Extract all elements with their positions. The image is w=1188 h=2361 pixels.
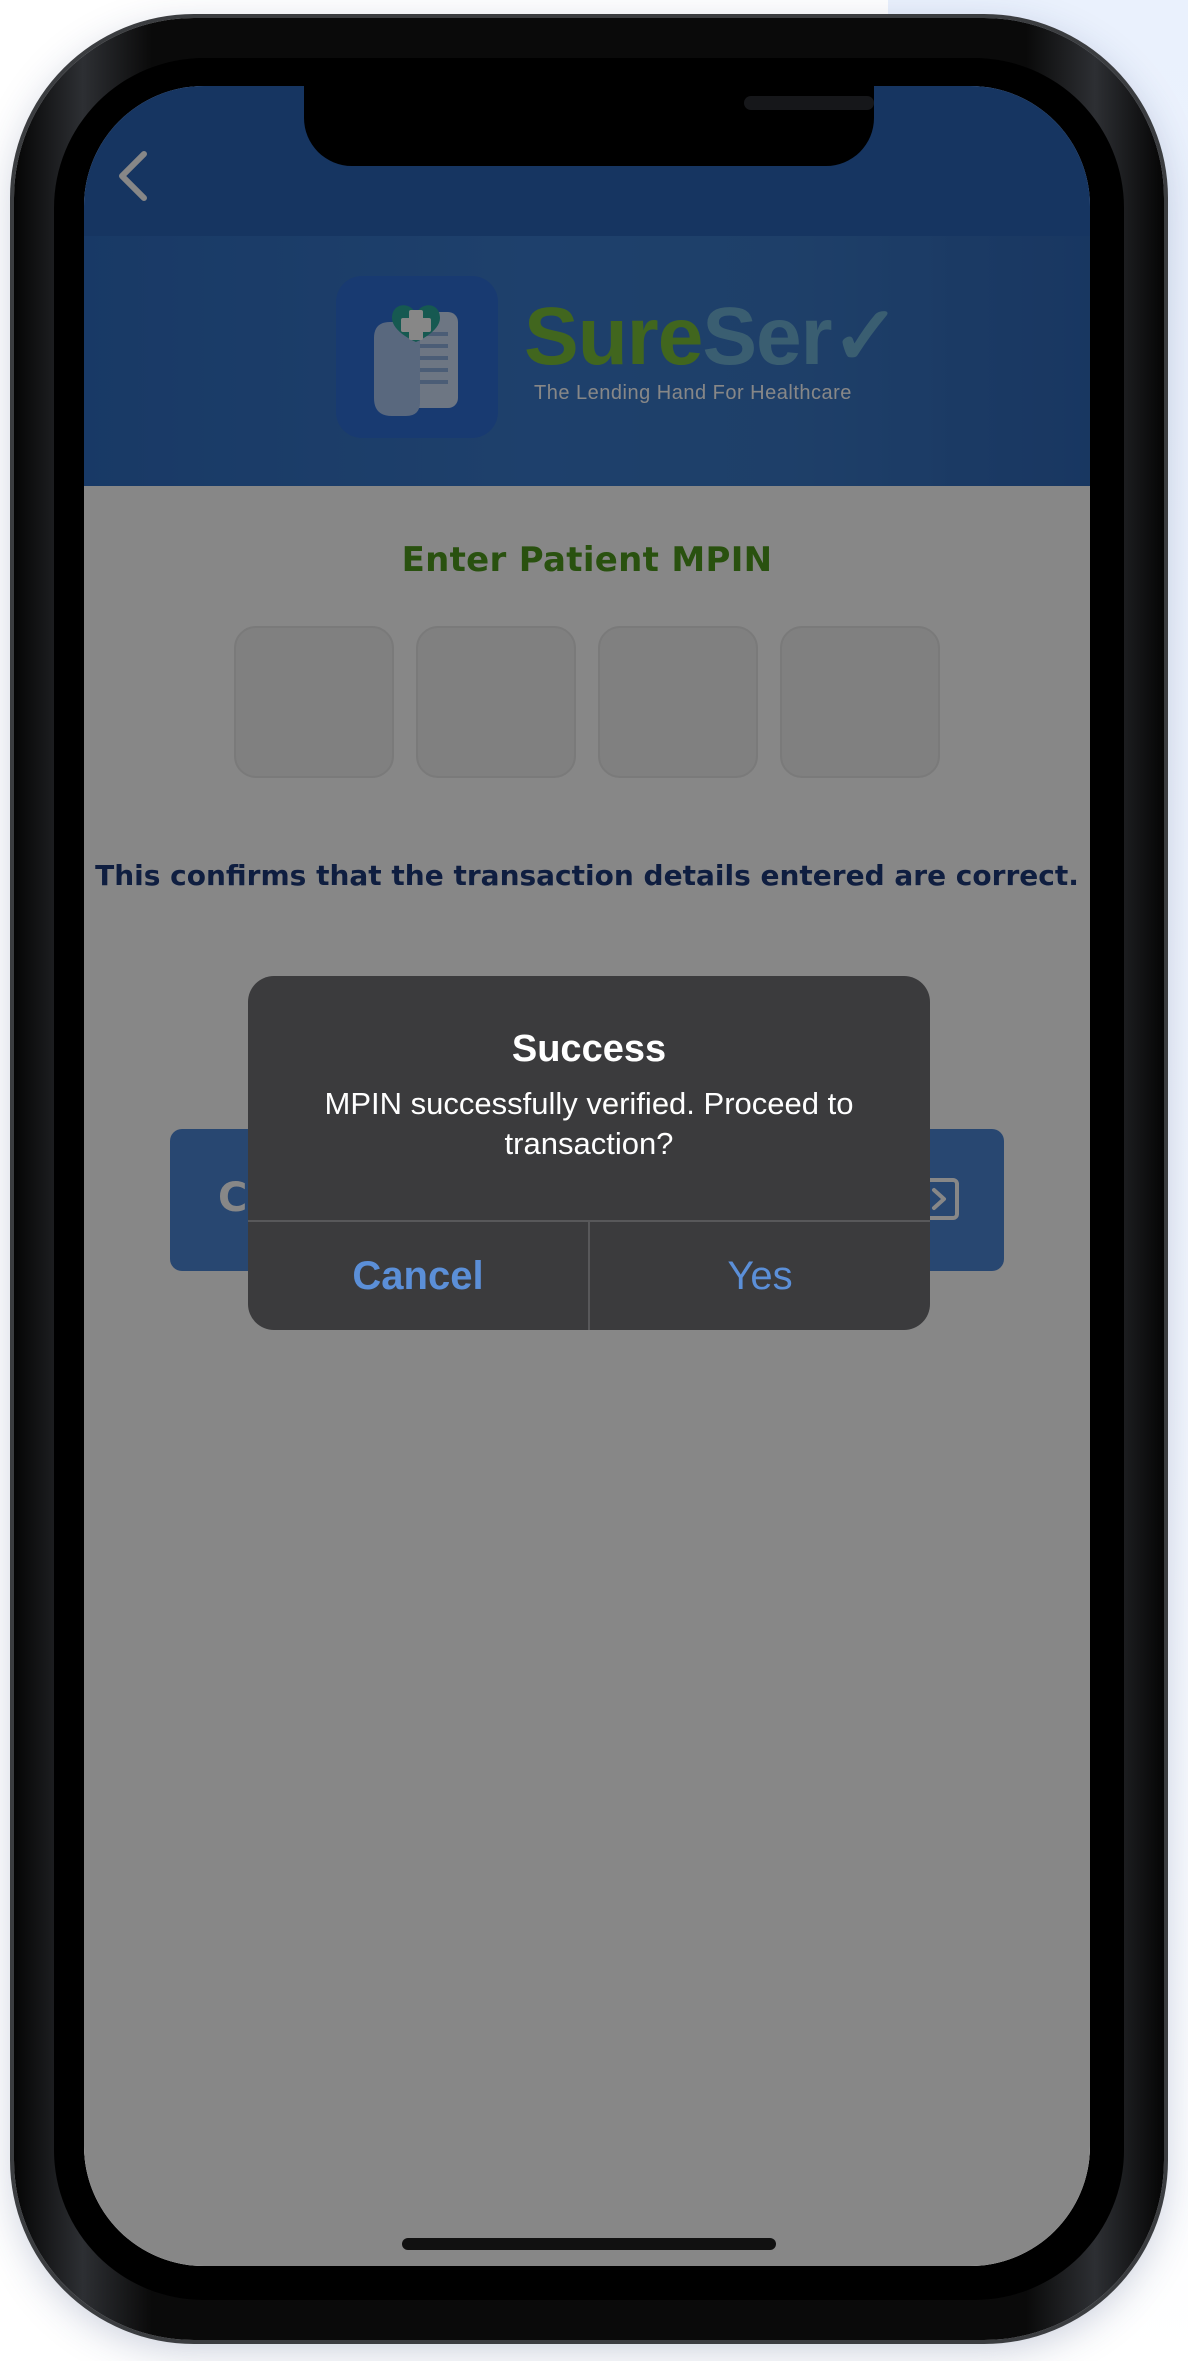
- alert-message: MPIN successfully verified. Proceed to t…: [324, 1086, 854, 1161]
- phone-notch: [304, 86, 874, 166]
- yes-button[interactable]: Yes: [590, 1222, 930, 1330]
- alert-title: Success: [511, 1028, 667, 1070]
- success-alert-dialog: Success MPIN successfully verified. Proc…: [248, 976, 930, 1330]
- cancel-button[interactable]: Cancel: [248, 1222, 588, 1330]
- home-indicator[interactable]: [402, 2238, 776, 2250]
- speaker-grille: [744, 96, 874, 110]
